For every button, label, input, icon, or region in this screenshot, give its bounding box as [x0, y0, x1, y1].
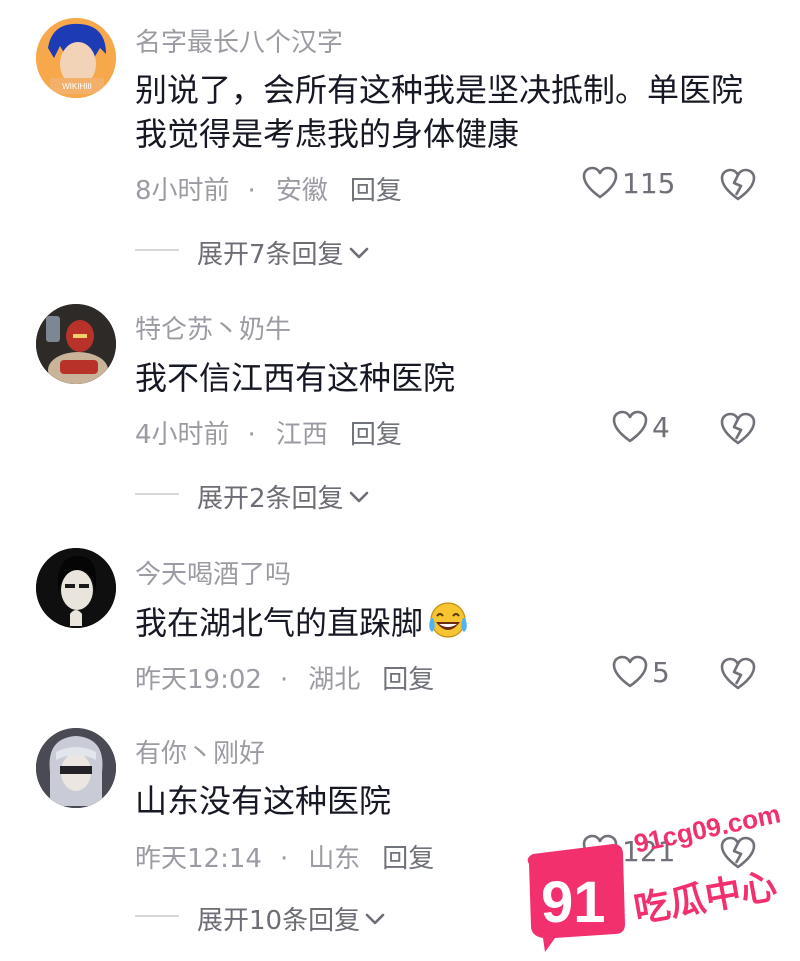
like-button[interactable]: 115 — [582, 166, 675, 200]
expand-replies-button[interactable]: 展开2条回复 — [135, 478, 370, 515]
separator-dot: · — [247, 420, 256, 450]
comment-location: 江西 — [275, 420, 328, 450]
heart-outline-icon — [582, 166, 618, 199]
watermark-svg: 91cg09.com 91 吃瓜中心 — [527, 798, 783, 952]
like-button[interactable]: 4 — [612, 410, 670, 444]
avatar[interactable] — [36, 728, 116, 808]
dislike-button[interactable] — [720, 168, 756, 206]
broken-heart-icon — [720, 657, 756, 690]
comment-time: 8小时前 — [135, 176, 230, 206]
dislike-button[interactable] — [720, 657, 756, 695]
reply-button[interactable]: 回复 — [382, 665, 434, 695]
comment-text-content: 我在湖北气的直跺脚 — [135, 604, 424, 642]
watermark-url: 91cg09.com — [631, 806, 783, 859]
divider-line — [135, 915, 179, 917]
chevron-down-icon — [349, 491, 368, 502]
heart-outline-icon — [612, 410, 648, 443]
avatar-anime-icon: WIKIHIII — [36, 18, 116, 98]
comment-text: 别说了，会所有这种我是坚决抵制。单医院我觉得是考虑我的身体健康 — [135, 71, 744, 153]
reply-button[interactable]: 回复 — [350, 176, 402, 206]
chevron-down-icon — [349, 247, 368, 258]
avatar[interactable] — [36, 548, 116, 628]
comment-time: 昨天19:02 — [135, 665, 262, 695]
laughing-crying-emoji — [429, 602, 467, 638]
divider-line — [135, 493, 179, 495]
expand-replies-button[interactable]: 展开7条回复 — [135, 234, 370, 271]
comment-location: 安徽 — [275, 176, 328, 206]
svg-text:WIKIHIII: WIKIHIII — [62, 82, 92, 91]
watermark-text: 吃瓜中心 — [631, 866, 780, 931]
comment-username[interactable]: 今天喝酒了吗 — [135, 554, 291, 591]
heart-outline-icon — [612, 655, 648, 688]
like-count: 4 — [652, 410, 670, 444]
comment-username[interactable]: 有你丶刚好 — [135, 733, 265, 770]
reply-button[interactable]: 回复 — [350, 420, 402, 450]
comment-time: 4小时前 — [135, 420, 230, 450]
expand-replies-label: 展开10条回复 — [197, 906, 361, 936]
broken-heart-icon — [720, 412, 756, 445]
like-count: 5 — [652, 655, 670, 689]
comment-meta: 昨天19:02 · 湖北 回复 — [135, 659, 434, 696]
avatar-drawing-icon — [36, 548, 116, 628]
expand-replies-label: 展开2条回复 — [197, 484, 344, 514]
watermark-logo: 91cg09.com 91 吃瓜中心 — [515, 798, 795, 956]
comment-time: 昨天12:14 — [135, 844, 262, 874]
broken-heart-icon — [720, 168, 756, 201]
separator-dot: · — [279, 665, 289, 695]
avatar-ironman-icon — [36, 304, 116, 384]
comment-username[interactable]: 特仑苏丶奶牛 — [135, 309, 291, 346]
comment-text: 我在湖北气的直跺脚 — [135, 600, 755, 645]
reply-button[interactable]: 回复 — [382, 844, 434, 874]
divider-line — [135, 249, 179, 251]
separator-dot: · — [247, 176, 256, 206]
watermark-number: 91 — [541, 870, 606, 935]
comment-username[interactable]: 名字最长八个汉字 — [135, 22, 343, 59]
separator-dot: · — [279, 844, 289, 874]
avatar[interactable]: WIKIHIII — [36, 18, 116, 98]
like-count: 115 — [622, 166, 676, 200]
avatar[interactable] — [36, 304, 116, 384]
expand-replies-label: 展开7条回复 — [197, 240, 344, 270]
comment-meta: 昨天12:14 · 山东 回复 — [135, 838, 434, 875]
like-button[interactable]: 5 — [612, 655, 670, 689]
comment-meta: 8小时前 · 安徽 回复 — [135, 170, 402, 207]
comment-text: 我不信江西有这种医院 — [135, 359, 456, 397]
expand-replies-button[interactable]: 展开10条回复 — [135, 900, 386, 937]
avatar-silver-hair-icon — [36, 728, 116, 808]
dislike-button[interactable] — [720, 412, 756, 450]
comment-meta: 4小时前 · 江西 回复 — [135, 414, 402, 451]
comment-location: 湖北 — [308, 665, 361, 695]
chevron-down-icon — [365, 913, 385, 924]
comment-location: 山东 — [308, 844, 361, 874]
